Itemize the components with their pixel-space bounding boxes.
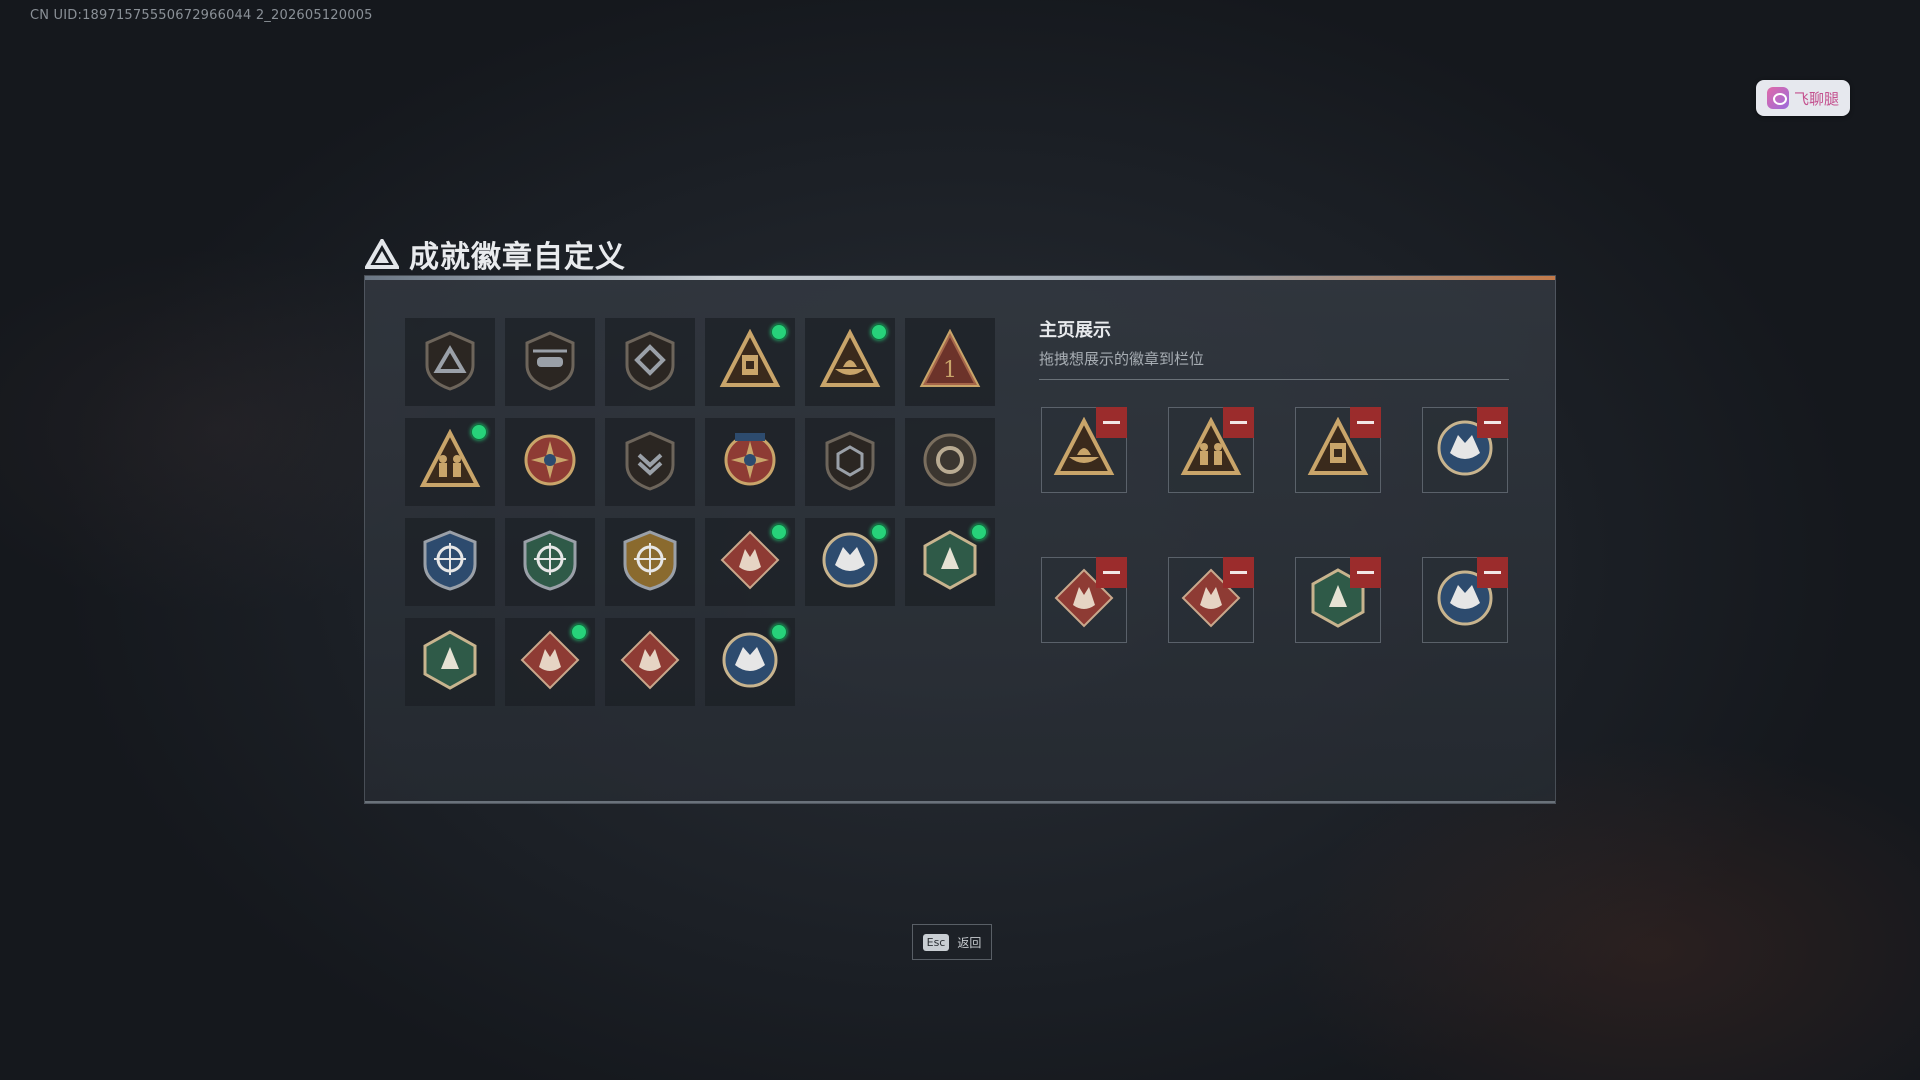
- red-diamond-dragon-badge-icon: [519, 629, 581, 695]
- badge-cell[interactable]: [605, 418, 695, 506]
- uid-text: CN UID:18971575550672966044 2_2026051200…: [30, 8, 373, 23]
- remove-badge-button[interactable]: [1223, 557, 1254, 588]
- new-indicator-dot: [871, 324, 887, 340]
- badge-cell[interactable]: 1: [905, 318, 995, 406]
- page-header: 成就徽章自定义: [365, 232, 626, 276]
- gold-crosshair-shield-badge-icon: [619, 529, 681, 595]
- chat-app-logo-icon: [1766, 87, 1789, 109]
- triangle-logo-icon: [365, 239, 399, 269]
- display-slot[interactable]: [1168, 557, 1254, 643]
- remove-badge-button[interactable]: [1350, 407, 1381, 438]
- back-label: 返回: [957, 935, 982, 950]
- badge-cell[interactable]: [605, 318, 695, 406]
- svg-text:1: 1: [943, 358, 957, 383]
- new-indicator-dot: [771, 524, 787, 540]
- badge-cell[interactable]: [705, 418, 795, 506]
- green-hexagon-figure-badge-icon: [419, 629, 481, 695]
- gold-triangle-boat-badge-icon: [819, 328, 881, 395]
- triangle-shield-badge-icon: [419, 329, 481, 395]
- esc-key-icon: Esc: [922, 933, 950, 951]
- badge-cell[interactable]: [805, 518, 895, 606]
- display-slot[interactable]: [1041, 557, 1127, 643]
- badge-cell[interactable]: [705, 318, 795, 406]
- homepage-display-hint: 拖拽想展示的徽章到栏位: [1039, 350, 1205, 368]
- blue-crosshair-shield-badge-icon: [419, 529, 481, 595]
- remove-badge-button[interactable]: [1477, 407, 1508, 438]
- badge-cell[interactable]: [905, 518, 995, 606]
- remove-badge-button[interactable]: [1096, 557, 1127, 588]
- panel-top-accent: [365, 276, 1555, 280]
- badge-inventory-grid: 1: [405, 318, 995, 706]
- back-button[interactable]: Esc 返回: [912, 924, 992, 960]
- homepage-display-header: 主页展示 拖拽想展示的徽章到栏位: [1039, 316, 1509, 380]
- hexagon-shield-badge-icon: [819, 429, 881, 495]
- remove-badge-button[interactable]: [1350, 557, 1381, 588]
- badge-cell[interactable]: [705, 518, 795, 606]
- round-emblem-badge-icon: [919, 429, 981, 495]
- chat-app-label: 飞聊腿: [1793, 89, 1839, 108]
- badge-cell[interactable]: [505, 618, 595, 706]
- new-indicator-dot: [571, 624, 587, 640]
- homepage-display-slots: [1041, 407, 1508, 643]
- badge-cell[interactable]: [405, 618, 495, 706]
- display-slot[interactable]: [1295, 407, 1381, 493]
- badge-cell[interactable]: [805, 418, 895, 506]
- red-diamond-runner-badge-icon: [619, 629, 681, 695]
- display-slot[interactable]: [1295, 557, 1381, 643]
- homepage-display-title: 主页展示: [1039, 320, 1111, 341]
- display-slot[interactable]: [1422, 557, 1508, 643]
- green-crosshair-shield-badge-icon: [519, 529, 581, 595]
- badge-cell[interactable]: [805, 318, 895, 406]
- gold-triangle-number-one-badge-icon: 1: [919, 328, 981, 395]
- badge-cell[interactable]: [505, 518, 595, 606]
- remove-badge-button[interactable]: [1223, 407, 1254, 438]
- blue-circle-eagle-badge-icon: [819, 529, 881, 595]
- divider: [1039, 379, 1509, 380]
- crest-stars-badge-icon: [719, 429, 781, 495]
- badge-cell[interactable]: [605, 618, 695, 706]
- badge-cell[interactable]: [505, 318, 595, 406]
- badge-cell[interactable]: [705, 618, 795, 706]
- display-slot[interactable]: [1041, 407, 1127, 493]
- panel-bottom-line: [365, 801, 1555, 803]
- badge-cell[interactable]: [405, 418, 495, 506]
- shield-chevron-badge-icon: [619, 429, 681, 495]
- remove-badge-button[interactable]: [1096, 407, 1127, 438]
- display-slot[interactable]: [1168, 407, 1254, 493]
- badge-cell[interactable]: [605, 518, 695, 606]
- new-indicator-dot: [471, 424, 487, 440]
- green-hexagon-wasp-badge-icon: [919, 529, 981, 595]
- new-indicator-dot: [771, 324, 787, 340]
- gold-triangle-tower-badge-icon: [719, 328, 781, 395]
- chat-app-chip[interactable]: 飞聊腿: [1756, 80, 1850, 116]
- new-indicator-dot: [771, 624, 787, 640]
- badge-cell[interactable]: [505, 418, 595, 506]
- helicopter-shield-badge-icon: [519, 329, 581, 395]
- badge-cell[interactable]: [405, 318, 495, 406]
- gold-triangle-soldiers-badge-icon: [419, 428, 481, 495]
- remove-badge-button[interactable]: [1477, 557, 1508, 588]
- badge-cell[interactable]: [905, 418, 995, 506]
- diamond-shield-badge-icon: [619, 329, 681, 395]
- badge-customization-panel: 1 主页展示 拖拽想展示的徽章到栏位: [364, 275, 1556, 804]
- blue-circle-wolf-badge-icon: [719, 629, 781, 695]
- new-indicator-dot: [971, 524, 987, 540]
- page-title: 成就徽章自定义: [409, 240, 626, 275]
- badge-cell[interactable]: [405, 518, 495, 606]
- display-slot[interactable]: [1422, 407, 1508, 493]
- red-diamond-wolf-badge-icon: [719, 529, 781, 595]
- new-indicator-dot: [871, 524, 887, 540]
- compass-star-badge-icon: [519, 429, 581, 495]
